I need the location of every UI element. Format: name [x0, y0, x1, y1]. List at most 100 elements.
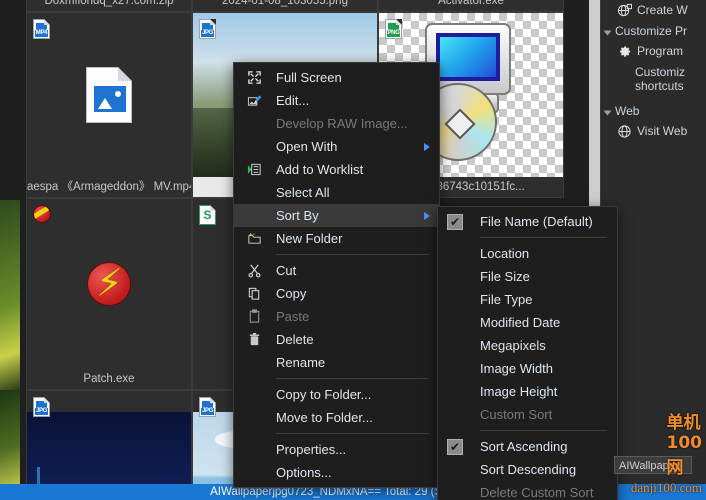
menu-item-sort-by[interactable]: Sort By [234, 204, 439, 227]
submenu-item-label: Sort Descending [480, 462, 577, 477]
submenu-item-image-height[interactable]: Image Height [438, 380, 617, 403]
grid-cell-caption: Doxmfiondq_x27.com.zip [44, 0, 174, 7]
grid-cell-caption: Activator.exe [438, 0, 504, 7]
grid-cell-zip[interactable]: ZIP Doxmfiondq_x27.com.zip [26, 0, 192, 12]
menu-separator [480, 430, 607, 431]
menu-item-copy[interactable]: Copy [234, 282, 439, 305]
submenu-item-label: Image Height [480, 384, 558, 399]
menu-separator [276, 378, 429, 379]
png-badge-icon: PNG [385, 19, 402, 39]
submenu-item-megapixels[interactable]: Megapixels [438, 334, 617, 357]
submenu-item-sort-ascending[interactable]: ✔ Sort Ascending [438, 435, 617, 458]
submenu-item-modified-date[interactable]: Modified Date [438, 311, 617, 334]
menu-separator [480, 237, 607, 238]
sidebar-item-label: Program [637, 44, 684, 58]
submenu-item-image-width[interactable]: Image Width [438, 357, 617, 380]
menu-item-edit[interactable]: Edit... [234, 89, 439, 112]
submenu-item-label: File Size [480, 269, 530, 284]
sidebar-group-web[interactable]: Web [601, 96, 706, 121]
submenu-item-delete-custom-sort: Delete Custom Sort [438, 481, 617, 500]
grid-cell-caption: Patch.exe [83, 373, 135, 385]
submenu-item-label: Location [480, 246, 530, 261]
menu-item-label: Develop RAW Image... [276, 116, 408, 131]
submenu-item-label: File Name (Default) [480, 214, 593, 229]
sidebar-item-visit-web[interactable]: Visit Web [601, 121, 706, 142]
spreadsheet-badge-icon: S [199, 205, 216, 225]
sidebar-item-label: Customiz shortcuts [635, 65, 686, 93]
partial-thumbnail-left-2[interactable] [0, 390, 20, 484]
menu-item-label: Sort By [276, 208, 319, 223]
menu-item-label: Full Screen [276, 70, 342, 85]
submenu-item-label: Modified Date [480, 315, 561, 330]
chevron-down-icon[interactable] [603, 110, 612, 116]
menu-item-label: Delete [276, 332, 314, 347]
mp4-badge-icon: MP4 [33, 19, 50, 39]
jpg-badge-icon: JPG [199, 397, 216, 417]
lightning-bolt-icon: ⚡ [87, 262, 131, 306]
sidebar-item-create-w[interactable]: Create W [601, 0, 706, 21]
menu-item-add-to-worklist[interactable]: Add to Worklist [234, 158, 439, 181]
jpg-badge-icon: JPG [199, 19, 216, 39]
grid-cell-video[interactable]: MP4 aespa 《Armageddon》 MV.mp4 [26, 12, 192, 198]
new-folder-icon [245, 230, 263, 248]
sidebar-item-label: Create W [637, 3, 688, 17]
grid-cell-exe[interactable]: Activator.exe [378, 0, 564, 12]
menu-item-label: Move to Folder... [276, 410, 373, 425]
grid-scrollbar-thumb[interactable] [589, 0, 600, 206]
menu-item-label: Copy [276, 286, 307, 301]
menu-separator [276, 433, 429, 434]
menu-item-move-to-folder[interactable]: Move to Folder... [234, 406, 439, 429]
submenu-item-file-size[interactable]: File Size [438, 265, 617, 288]
menu-item-label: Cut [276, 263, 297, 278]
clipboard-icon [245, 308, 263, 326]
gear-icon [617, 44, 632, 59]
menu-item-copy-to-folder[interactable]: Copy to Folder... [234, 383, 439, 406]
file-browser-window: ZIP Doxmfiondq_x27.com.zip 2024-01-08_10… [0, 0, 706, 500]
grid-cell-caption: aespa 《Armageddon》 MV.mp4 [27, 181, 191, 193]
menu-item-select-all[interactable]: Select All [234, 181, 439, 204]
menu-item-cut[interactable]: Cut [234, 259, 439, 282]
thumbnail-preview [27, 13, 191, 177]
globe-plus-icon [617, 3, 632, 18]
thumbnail-preview: ⚡ [27, 199, 191, 369]
menu-item-full-screen[interactable]: Full Screen [234, 66, 439, 89]
menu-item-options[interactable]: Options... [234, 461, 439, 484]
sidebar-group-customize[interactable]: Customize Pr [601, 21, 706, 41]
submenu-item-label: Image Width [480, 361, 553, 376]
submenu-item-label: Custom Sort [480, 407, 553, 422]
worklist-icon [245, 161, 263, 179]
menu-item-label: Copy to Folder... [276, 387, 372, 402]
globe-icon [617, 124, 632, 139]
menu-item-label: Paste [276, 309, 310, 324]
chevron-down-icon[interactable] [603, 30, 612, 36]
grid-cell-png[interactable]: 2024-01-08_103055.png [192, 0, 378, 12]
submenu-item-location[interactable]: Location [438, 242, 617, 265]
menu-item-label: Properties... [276, 442, 347, 457]
trash-icon [245, 331, 263, 349]
grid-cell-caption: 2024-01-08_103055.png [222, 0, 348, 7]
checkmark-icon: ✔ [447, 438, 463, 455]
context-menu[interactable]: Full Screen Edit... Develop RAW Image...… [233, 62, 440, 488]
menu-item-rename[interactable]: Rename [234, 351, 439, 374]
sidebar-item-program[interactable]: Program [601, 41, 706, 62]
chevron-right-icon [424, 211, 430, 220]
submenu-item-sort-descending[interactable]: Sort Descending [438, 458, 617, 481]
menu-item-delete[interactable]: Delete [234, 328, 439, 351]
submenu-item-label: Sort Ascending [480, 439, 568, 454]
copy-icon [245, 285, 263, 303]
exe-badge-icon [33, 205, 51, 223]
grid-cell-patch[interactable]: ⚡ Patch.exe [26, 198, 192, 390]
sort-by-submenu[interactable]: ✔ File Name (Default) Location File Size… [437, 206, 618, 500]
menu-item-new-folder[interactable]: New Folder [234, 227, 439, 250]
submenu-item-file-name[interactable]: ✔ File Name (Default) [438, 210, 617, 233]
submenu-item-custom-sort: Custom Sort [438, 403, 617, 426]
submenu-item-file-type[interactable]: File Type [438, 288, 617, 311]
edit-pencil-icon [245, 92, 263, 110]
submenu-item-label: File Type [480, 292, 533, 307]
menu-separator [276, 254, 429, 255]
sidebar-item-shortcuts[interactable]: Customiz shortcuts [601, 62, 706, 96]
checkmark-icon: ✔ [447, 213, 463, 230]
partial-thumbnail-left[interactable] [0, 200, 20, 390]
menu-item-open-with[interactable]: Open With [234, 135, 439, 158]
menu-item-properties[interactable]: Properties... [234, 438, 439, 461]
